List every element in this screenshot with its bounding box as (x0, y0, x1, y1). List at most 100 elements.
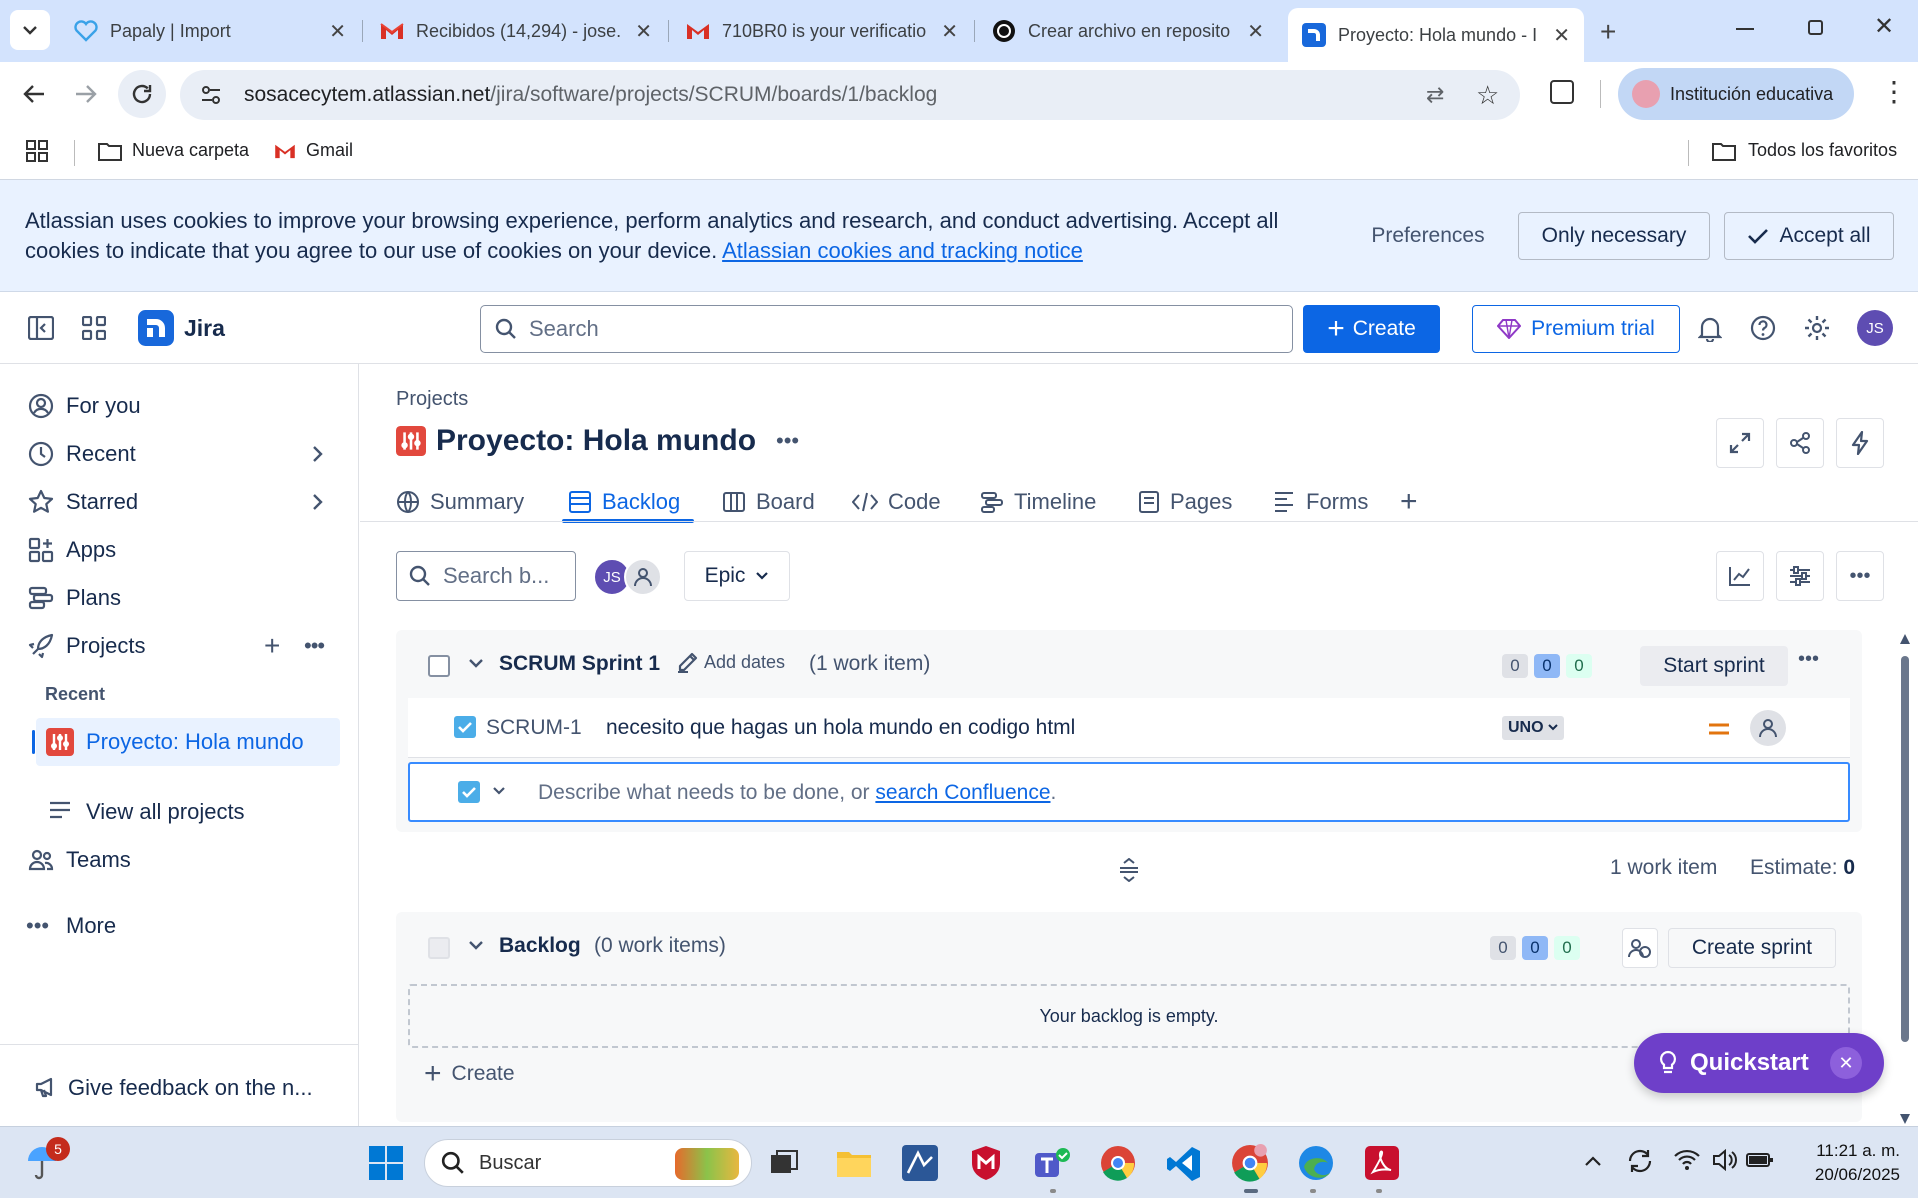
chevron-down-icon[interactable] (468, 940, 484, 952)
windows-start-icon[interactable] (364, 1141, 408, 1185)
sidebar-item-projects[interactable]: Projects + ••• (0, 624, 359, 668)
chevron-right-icon[interactable] (312, 493, 324, 511)
extensions-icon[interactable] (1550, 80, 1574, 104)
task-view-icon[interactable] (762, 1141, 806, 1185)
sidebar-item-recent[interactable]: Recent (0, 432, 359, 476)
tab-search-button[interactable] (10, 10, 50, 50)
app-icon-blue[interactable] (898, 1141, 942, 1185)
preferences-button[interactable]: Preferences (1350, 212, 1506, 260)
new-tab-icon[interactable]: + (1600, 16, 1616, 48)
assignee-avatar[interactable] (1750, 710, 1786, 746)
volume-icon[interactable] (1712, 1149, 1738, 1171)
sprint-select-checkbox[interactable] (428, 655, 450, 677)
chevron-right-icon[interactable] (312, 445, 324, 463)
breadcrumb[interactable]: Projects (396, 388, 468, 411)
browser-tab[interactable]: Papaly | Import ✕ (60, 10, 360, 52)
browser-tab[interactable]: Crear archivo en reposito ✕ (978, 10, 1278, 52)
address-bar[interactable]: sosacecytem.atlassian.net/jira/software/… (180, 70, 1520, 120)
browser-tab[interactable]: Recibidos (14,294) - jose. ✕ (366, 10, 666, 52)
mcafee-icon[interactable] (964, 1141, 1008, 1185)
filter-avatar-unassigned[interactable] (624, 558, 662, 596)
settings-gear-icon[interactable] (1804, 315, 1830, 341)
accept-all-button[interactable]: Accept all (1724, 212, 1894, 260)
tab-forms[interactable]: Forms (1272, 482, 1368, 522)
forward-icon[interactable] (66, 76, 106, 112)
sidebar-item-starred[interactable]: Starred (0, 480, 359, 524)
show-hidden-icons-icon[interactable] (1584, 1155, 1602, 1167)
sidebar-item-plans[interactable]: Plans (0, 576, 359, 620)
more-actions-button[interactable]: ••• (1836, 551, 1884, 601)
create-button[interactable]: + Create (1303, 305, 1440, 353)
weather-widget[interactable]: 5 (24, 1137, 70, 1187)
close-quickstart-icon[interactable]: ✕ (1830, 1047, 1862, 1079)
add-dates-button[interactable]: Add dates (676, 650, 785, 674)
sidebar-item-apps[interactable]: Apps (0, 528, 359, 572)
close-tab-icon[interactable]: ✕ (329, 19, 346, 44)
sidebar-item-for-you[interactable]: For you (0, 384, 359, 428)
chevron-down-icon[interactable] (492, 786, 506, 796)
add-project-icon[interactable]: + (264, 630, 280, 662)
start-sprint-button[interactable]: Start sprint (1640, 646, 1788, 686)
fullscreen-button[interactable] (1716, 418, 1764, 468)
restore-icon[interactable] (1808, 20, 1823, 35)
chevron-down-icon[interactable] (468, 658, 484, 670)
give-feedback-button[interactable]: Give feedback on the n... (0, 1066, 359, 1110)
taskbar-search[interactable]: Buscar (424, 1139, 752, 1187)
view-settings-button[interactable] (1776, 551, 1824, 601)
close-tab-icon[interactable]: ✕ (635, 19, 652, 44)
profile-chip[interactable]: Institución educativa (1618, 68, 1854, 120)
task-type-icon[interactable] (458, 781, 480, 803)
tab-board[interactable]: Board (722, 482, 815, 522)
tab-pages[interactable]: Pages (1138, 482, 1232, 522)
translate-icon[interactable]: ⇄ (1426, 82, 1444, 108)
apps-grid-icon[interactable] (26, 140, 48, 162)
backlog-search-input[interactable]: Search b... (396, 551, 576, 601)
tab-backlog[interactable]: Backlog (568, 482, 680, 522)
epic-lozenge[interactable]: UNO (1502, 716, 1564, 740)
create-sprint-button[interactable]: Create sprint (1668, 928, 1836, 968)
insights-button[interactable] (1716, 551, 1764, 601)
back-icon[interactable] (14, 76, 54, 112)
scroll-up-icon[interactable] (1900, 634, 1910, 644)
browser-menu-icon[interactable]: ⋮ (1880, 78, 1908, 106)
only-necessary-button[interactable]: Only necessary (1518, 212, 1710, 260)
acrobat-icon[interactable] (1360, 1141, 1404, 1185)
item-key[interactable]: SCRUM-1 (486, 716, 582, 740)
priority-medium-icon[interactable] (1708, 722, 1730, 736)
sprint-more-icon[interactable]: ••• (1798, 648, 1819, 671)
quickstart-button[interactable]: Quickstart ✕ (1634, 1033, 1884, 1093)
system-clock[interactable]: 11:21 a. m. 20/06/2025 (1790, 1139, 1900, 1187)
backlog-create-button[interactable]: + Create (424, 1059, 515, 1089)
sidebar-item-teams[interactable]: Teams (0, 838, 359, 882)
item-summary[interactable]: necesito que hagas un hola mundo en codi… (606, 716, 1075, 740)
vscode-icon[interactable] (1162, 1141, 1206, 1185)
wifi-icon[interactable] (1674, 1149, 1700, 1171)
all-bookmarks[interactable]: Todos los favoritos (1712, 140, 1897, 161)
bookmark-nueva-carpeta[interactable]: Nueva carpeta (98, 140, 249, 161)
search-confluence-link[interactable]: search Confluence (875, 781, 1050, 804)
close-tab-icon[interactable]: ✕ (941, 19, 958, 44)
user-avatar[interactable]: JS (1857, 310, 1893, 346)
bookmark-star-icon[interactable]: ☆ (1476, 80, 1499, 111)
chrome-icon[interactable] (1096, 1141, 1140, 1185)
battery-icon[interactable] (1746, 1151, 1774, 1169)
tab-code[interactable]: Code (852, 482, 941, 522)
backlog-people-button[interactable] (1622, 928, 1658, 968)
scroll-down-icon[interactable] (1900, 1114, 1910, 1124)
scrollbar-thumb[interactable] (1901, 656, 1909, 1042)
sidebar-item-more[interactable]: ••• More (0, 904, 359, 948)
minimize-icon[interactable] (1736, 28, 1754, 30)
reload-icon[interactable] (118, 70, 166, 118)
share-button[interactable] (1776, 418, 1824, 468)
more-options-icon[interactable]: ••• (304, 633, 325, 659)
chrome-profile-icon[interactable] (1228, 1141, 1272, 1185)
browser-tab-active[interactable]: Proyecto: Hola mundo - I ✕ (1288, 8, 1584, 62)
help-icon[interactable] (1750, 315, 1776, 341)
global-search[interactable]: Search (480, 305, 1293, 353)
tab-summary[interactable]: Summary (396, 482, 524, 522)
automation-button[interactable] (1836, 418, 1884, 468)
resize-handle-icon[interactable] (1118, 858, 1140, 882)
close-tab-icon[interactable]: ✕ (1553, 23, 1570, 48)
sync-icon[interactable] (1626, 1147, 1654, 1175)
backlog-select-checkbox[interactable] (428, 937, 450, 959)
